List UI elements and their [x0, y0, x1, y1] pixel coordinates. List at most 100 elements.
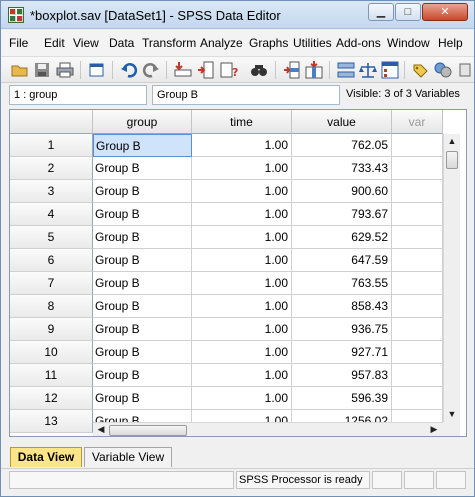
column-header-var[interactable]: var [392, 110, 443, 134]
cell-empty[interactable] [392, 180, 443, 203]
cell-value[interactable]: 763.55 [292, 272, 392, 295]
row-header[interactable]: 5 [10, 226, 93, 249]
cell-value[interactable]: 927.71 [292, 341, 392, 364]
vertical-scrollbar[interactable]: ▲ ▼ [443, 134, 460, 422]
cell-time[interactable]: 1.00 [192, 364, 292, 387]
scroll-down-arrow-icon[interactable]: ▼ [444, 409, 460, 419]
row-header[interactable]: 4 [10, 203, 93, 226]
menu-help[interactable]: Help [438, 36, 463, 50]
column-header-value[interactable]: value [292, 110, 392, 134]
cell-empty[interactable] [392, 134, 443, 157]
cell-value[interactable]: 733.43 [292, 157, 392, 180]
cell-empty[interactable] [392, 387, 443, 410]
cell-empty[interactable] [392, 226, 443, 249]
weight-cases-icon[interactable] [359, 61, 377, 79]
goto-case-icon[interactable] [174, 61, 192, 79]
row-header[interactable]: 1 [10, 134, 93, 157]
menu-utilities[interactable]: Utilities [293, 36, 332, 50]
cell-time[interactable]: 1.00 [192, 157, 292, 180]
menu-window[interactable]: Window [387, 36, 430, 50]
cell-empty[interactable] [392, 295, 443, 318]
cell-value[interactable]: 936.75 [292, 318, 392, 341]
cell-value[interactable]: 900.60 [292, 180, 392, 203]
tab-variable-view[interactable]: Variable View [84, 447, 172, 467]
save-icon[interactable] [33, 61, 51, 79]
cell-empty[interactable] [392, 203, 443, 226]
cell-group[interactable]: Group B [93, 180, 192, 203]
row-header[interactable]: 10 [10, 341, 93, 364]
menu-edit[interactable]: Edit [44, 36, 65, 50]
horizontal-scrollbar[interactable]: ◀ ▶ [93, 422, 443, 436]
cell-time[interactable]: 1.00 [192, 387, 292, 410]
cell-value[interactable]: 957.83 [292, 364, 392, 387]
cell-group[interactable]: Group B [93, 134, 192, 157]
cell-group[interactable]: Group B [93, 341, 192, 364]
open-file-icon[interactable] [11, 61, 29, 79]
cell-empty[interactable] [392, 249, 443, 272]
cell-reference-field[interactable]: 1 : group [9, 85, 147, 105]
undo-icon[interactable] [120, 61, 138, 79]
redo-icon[interactable] [142, 61, 160, 79]
menu-transform[interactable]: Transform [142, 36, 196, 50]
menu-graphs[interactable]: Graphs [249, 36, 288, 50]
insert-variable-icon[interactable] [305, 61, 323, 79]
cell-value[interactable]: 793.67 [292, 203, 392, 226]
menu-file[interactable]: File [9, 36, 28, 50]
cell-empty[interactable] [392, 341, 443, 364]
cell-value-editor[interactable]: Group B [152, 85, 340, 105]
cell-time[interactable]: 1.00 [192, 318, 292, 341]
cell-empty[interactable] [392, 364, 443, 387]
title-bar[interactable]: *boxplot.sav [DataSet1] - SPSS Data Edit… [1, 1, 474, 29]
horizontal-scroll-thumb[interactable] [109, 425, 187, 436]
menu-view[interactable]: View [73, 36, 99, 50]
cell-time[interactable]: 1.00 [192, 134, 292, 157]
row-header[interactable]: 3 [10, 180, 93, 203]
find-icon[interactable] [250, 61, 268, 79]
cell-group[interactable]: Group B [93, 203, 192, 226]
cell-empty[interactable] [392, 272, 443, 295]
use-sets-icon[interactable] [434, 61, 452, 79]
cell-value[interactable]: 596.39 [292, 387, 392, 410]
value-labels-icon[interactable] [412, 61, 430, 79]
column-header-time[interactable]: time [192, 110, 292, 134]
row-header[interactable]: 7 [10, 272, 93, 295]
cell-time[interactable]: 1.00 [192, 295, 292, 318]
cell-value[interactable]: 858.43 [292, 295, 392, 318]
cell-group[interactable]: Group B [93, 295, 192, 318]
cell-empty[interactable] [392, 157, 443, 180]
menu-analyze[interactable]: Analyze [200, 36, 243, 50]
cell-group[interactable]: Group B [93, 226, 192, 249]
cell-group[interactable]: Group B [93, 318, 192, 341]
grid-corner[interactable] [10, 110, 93, 134]
select-cases-icon[interactable] [381, 61, 399, 79]
column-header-group[interactable]: group [93, 110, 192, 134]
cell-group[interactable]: Group B [93, 272, 192, 295]
cell-time[interactable]: 1.00 [192, 249, 292, 272]
row-header[interactable]: 6 [10, 249, 93, 272]
row-header[interactable]: 13 [10, 410, 93, 433]
row-header[interactable]: 9 [10, 318, 93, 341]
cell-value[interactable]: 762.05 [292, 134, 392, 157]
scroll-up-arrow-icon[interactable]: ▲ [444, 136, 460, 146]
cell-value[interactable]: 629.52 [292, 226, 392, 249]
minimize-button[interactable]: ▁ [368, 3, 394, 21]
maximize-button[interactable]: □ [395, 3, 421, 21]
cell-group[interactable]: Group B [93, 387, 192, 410]
cell-empty[interactable] [392, 318, 443, 341]
split-file-icon[interactable] [337, 61, 355, 79]
row-header[interactable]: 2 [10, 157, 93, 180]
cell-group[interactable]: Group B [93, 249, 192, 272]
cell-time[interactable]: 1.00 [192, 203, 292, 226]
cell-group[interactable]: Group B [93, 157, 192, 180]
scroll-right-arrow-icon[interactable]: ▶ [428, 424, 440, 435]
cell-group[interactable]: Group B [93, 364, 192, 387]
menu-data[interactable]: Data [109, 36, 134, 50]
cell-time[interactable]: 1.00 [192, 180, 292, 203]
cell-time[interactable]: 1.00 [192, 272, 292, 295]
row-header[interactable]: 8 [10, 295, 93, 318]
cell-value[interactable]: 647.59 [292, 249, 392, 272]
menu-add-ons[interactable]: Add-ons [336, 36, 381, 50]
row-header[interactable]: 11 [10, 364, 93, 387]
close-button[interactable]: ✕ [422, 3, 468, 21]
cell-time[interactable]: 1.00 [192, 226, 292, 249]
